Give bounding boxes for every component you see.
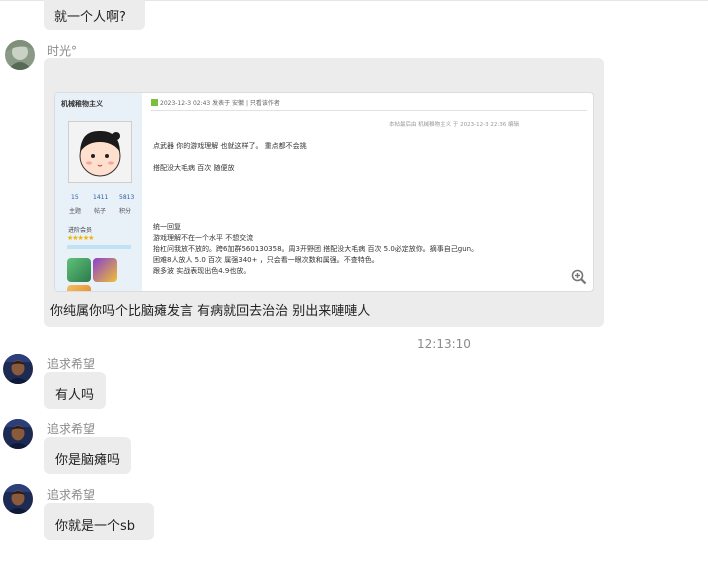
message-text: 你就是一个sb xyxy=(55,519,136,534)
post-line: 搭配没大毛病 百次 随便放 xyxy=(153,164,235,172)
stat-posts: 1411 xyxy=(93,194,109,201)
avatar[interactable] xyxy=(3,419,33,449)
message-text: 你纯属你吗个比脑瘫发言 有病就回去治治 别出来嗹嗹人 xyxy=(50,304,371,319)
message-bubble: 有人吗 xyxy=(44,372,106,409)
post-header: 2023-12-3 02:43 发表于 安徽 | 只看该作者 xyxy=(151,98,280,107)
post-line: 困难8人放人 5.0 百次 属强340+ ，只会看一眼次数和属强。不查特色。 xyxy=(153,256,379,264)
message-text: 有人吗 xyxy=(55,388,95,403)
message-bubble: 你就是一个sb xyxy=(44,503,154,540)
message-text: 你是脑瘫吗 xyxy=(55,453,121,468)
message-text: 就一个人啊? xyxy=(54,10,126,25)
post-line: 点武器 你的游戏理解 也就这样了。 重点都不会挑 xyxy=(153,142,307,150)
badge-icon xyxy=(93,258,117,282)
divider xyxy=(151,110,587,111)
badge-icon xyxy=(67,285,91,291)
sender-name: 追求希望 xyxy=(47,357,96,371)
stat-label: 主题 xyxy=(69,208,82,215)
stat-label: 帖子 xyxy=(94,208,107,215)
badge-icon xyxy=(67,258,91,282)
sender-name: 追求希望 xyxy=(47,488,96,502)
forum-username: 机械稚物主义 xyxy=(61,100,103,108)
avatar[interactable] xyxy=(3,354,33,384)
message-bubble: 你是脑瘫吗 xyxy=(44,437,131,474)
sender-name: 追求希望 xyxy=(47,422,96,436)
avatar[interactable] xyxy=(3,484,33,514)
stat-topics: 15 xyxy=(71,194,79,201)
stat-label: 积分 xyxy=(119,208,132,215)
post-line: 统一回复 xyxy=(153,223,181,231)
timestamp: 12:13:10 xyxy=(417,337,471,351)
rank-stars-icon: ★★★★★ xyxy=(67,234,94,242)
member-rank: 进阶会员 xyxy=(68,227,93,234)
zoom-in-icon[interactable] xyxy=(571,269,587,285)
forum-post-image[interactable]: 机械稚物主义 15 1411 5813 主题 帖子 积分 进阶会员 ★★★★★ … xyxy=(54,92,594,292)
cartoon-avatar-icon xyxy=(68,121,132,183)
stat-points: 5813 xyxy=(119,194,135,201)
message-bubble: 就一个人啊? xyxy=(44,0,145,30)
sender-name: 时光° xyxy=(47,44,78,58)
post-line: 跟多波 实战表现出色4.9也放。 xyxy=(153,267,251,275)
edit-note: 本帖最后由 机械稚物主义 于 2023-12-3 22:36 编辑 xyxy=(388,122,519,128)
rank-bar xyxy=(67,245,131,249)
avatar[interactable] xyxy=(5,40,35,70)
online-status-icon xyxy=(151,99,158,106)
post-line: 抬杠问我放不放的。跨6加群560130358。周3开野团 搭配没大毛病 百次 5… xyxy=(153,245,479,253)
post-line: 游戏理解不在一个水平 不想交流 xyxy=(153,234,254,242)
